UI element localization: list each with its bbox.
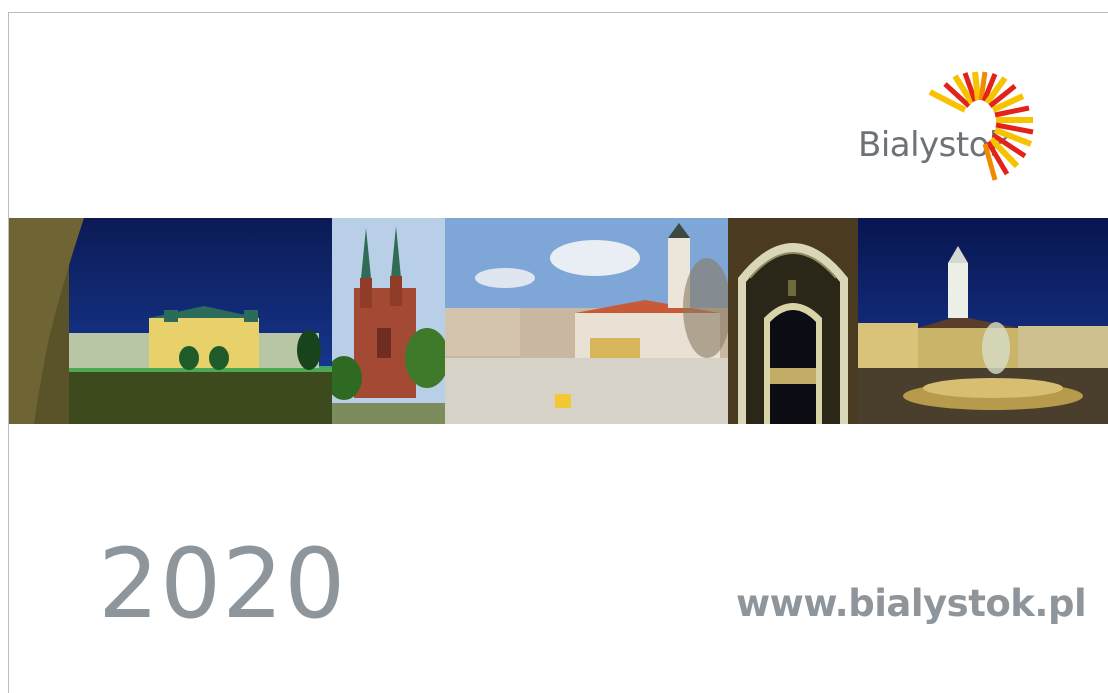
photo-town-hall — [858, 218, 1108, 424]
photo-strip — [9, 218, 1108, 424]
photo-town-square — [445, 218, 728, 424]
website-link[interactable]: www.bialystok.pl — [736, 582, 1087, 625]
bialystok-logo: Bialystok — [855, 70, 1065, 190]
photo-gateway — [728, 218, 858, 424]
calendar-cover: Bialystok 2020 www.bialystok.pl — [0, 0, 1108, 693]
calendar-year: 2020 — [98, 528, 347, 640]
frame-line-top — [8, 12, 1108, 13]
sunburst-icon — [928, 71, 1034, 181]
photo-cathedral — [332, 218, 445, 424]
photo-palace — [9, 218, 332, 424]
